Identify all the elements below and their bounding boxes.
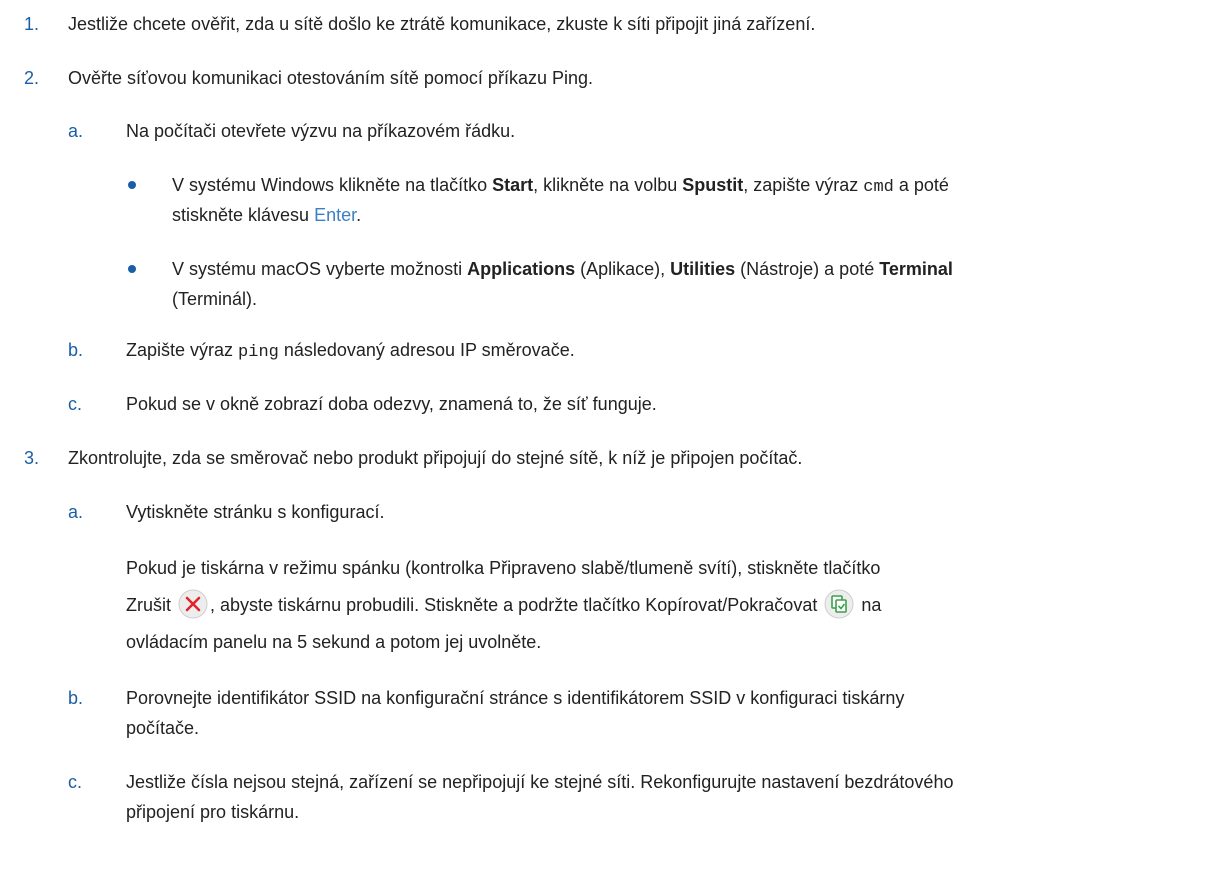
substep-2b-label: b. xyxy=(68,340,84,360)
substep-3a-text: Vytiskněte stránku s konfigurací. xyxy=(126,502,385,522)
cmd-code: cmd xyxy=(863,178,894,197)
text: (Aplikace), xyxy=(575,259,671,279)
substep-3a-label: a. xyxy=(68,502,84,522)
text: Zrušit xyxy=(126,595,177,615)
substep-3a-para-line2: Zrušit , abyste tiskárnu probudili. Stis… xyxy=(126,589,882,621)
text: na xyxy=(856,595,882,615)
text: V systému Windows klikněte na tlačítko xyxy=(172,175,493,195)
terminal-term: Terminal xyxy=(879,259,953,279)
text: stiskněte klávesu xyxy=(172,205,315,225)
ping-code: ping xyxy=(238,343,279,362)
text: . xyxy=(356,205,362,225)
substep-3c-label: c. xyxy=(68,772,83,792)
enter-key: Enter xyxy=(314,205,357,225)
substep-2a-text: Na počítači otevřete výzvu na příkazovém… xyxy=(126,121,516,141)
step-text-2: Ověřte síťovou komunikaci otestováním sí… xyxy=(68,68,593,88)
applications-term: Applications xyxy=(467,259,576,279)
substep-3a-para-line1: Pokud je tiskárna v režimu spánku (kontr… xyxy=(126,558,881,578)
text: , abyste tiskárnu probudili. Stiskněte a… xyxy=(210,595,823,615)
substep-3b-line2: počítače. xyxy=(126,718,200,738)
substep-3a-para-line3: ovládacím panelu na 5 sekund a potom jej… xyxy=(126,632,542,652)
substep-3b-line1: Porovnejte identifikátor SSID na konfigu… xyxy=(126,688,905,708)
step-number-3: 3. xyxy=(24,448,40,468)
text: (Nástroje) a poté xyxy=(735,259,880,279)
substep-3c-line1: Jestliže čísla nejsou stejná, zařízení s… xyxy=(126,772,954,792)
cancel-x-icon xyxy=(178,589,208,619)
substep-2c-text: Pokud se v okně zobrazí doba odezvy, zna… xyxy=(126,394,657,414)
text: Zapište výraz xyxy=(126,340,239,360)
bullet-macos-line1: V systému macOS vyberte možnosti Applica… xyxy=(172,254,953,284)
bullet-windows-line1: V systému Windows klikněte na tlačítko S… xyxy=(172,170,949,203)
text: , klikněte na volbu xyxy=(533,175,683,195)
step-text-3: Zkontrolujte, zda se směrovač nebo produ… xyxy=(68,448,803,468)
text: V systému macOS vyberte možnosti xyxy=(172,259,468,279)
text: a poté xyxy=(893,175,949,195)
substep-2c-label: c. xyxy=(68,394,83,414)
bullet-macos xyxy=(128,265,136,273)
text: , zapište výraz xyxy=(743,175,864,195)
step-text-1: Jestliže chcete ověřit, zda u sítě došlo… xyxy=(68,14,816,34)
bullet-windows-line2: stiskněte klávesu Enter. xyxy=(172,200,361,230)
bullet-macos-line2: (Terminál). xyxy=(172,289,258,309)
run-term: Spustit xyxy=(682,175,744,195)
substep-3c-line2: připojení pro tiskárnu. xyxy=(126,802,300,822)
text: následovaný adresou IP směrovače. xyxy=(278,340,575,360)
substep-2a-label: a. xyxy=(68,121,84,141)
copy-resume-icon xyxy=(824,589,854,619)
start-term: Start xyxy=(492,175,534,195)
substep-3b-label: b. xyxy=(68,688,84,708)
bullet-windows xyxy=(128,181,136,189)
step-number-2: 2. xyxy=(24,68,40,88)
utilities-term: Utilities xyxy=(670,259,736,279)
step-number-1: 1. xyxy=(24,14,40,34)
substep-2b-text: Zapište výraz ping následovaný adresou I… xyxy=(126,335,575,368)
